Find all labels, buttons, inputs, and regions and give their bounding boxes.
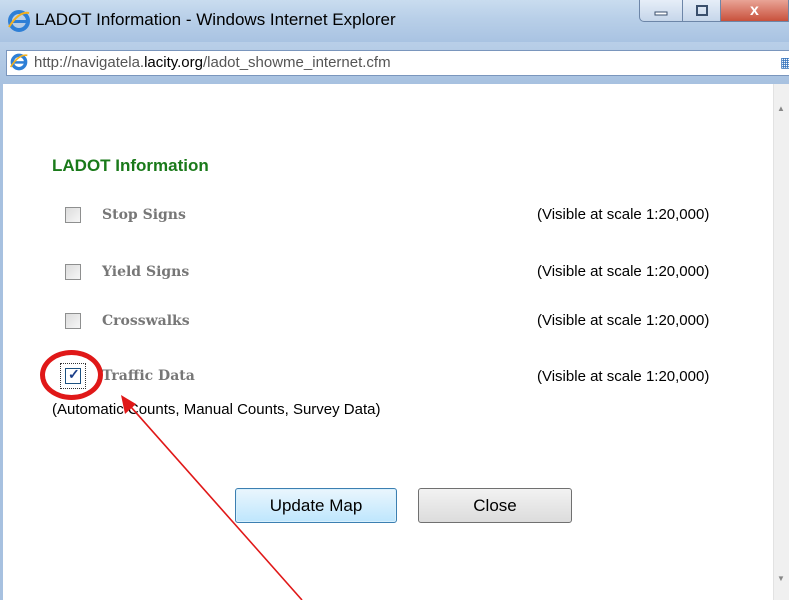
window-close-button[interactable]: x [721,0,789,22]
compatibility-icon[interactable]: ▦ [780,54,789,72]
traffic-data-label: Traffic Data [102,368,195,384]
crosswalks-scale: (Visible at scale 1:20,000) [537,312,710,329]
scroll-down-arrow-icon[interactable]: ▼ [777,574,785,583]
yield-signs-label: Yield Signs [102,264,190,280]
annotation-circle [40,350,103,400]
stop-signs-checkbox[interactable] [65,207,81,223]
ie-logo-icon [8,10,30,32]
yield-signs-checkbox[interactable] [65,264,81,280]
url-path: /ladot_showme_internet.cfm [203,54,391,71]
page-ie-icon [9,53,28,71]
minimize-button[interactable] [639,0,683,22]
title-bar: LADOT Information - Windows Internet Exp… [0,0,789,42]
url-text[interactable]: http://navigatela.lacity.org/ladot_showm… [34,54,391,71]
crosswalks-label: Crosswalks [102,313,190,329]
maximize-button[interactable] [683,0,721,22]
traffic-data-note: (Automatic Counts, Manual Counts, Survey… [52,401,381,418]
url-domain: lacity.org [144,54,203,71]
close-button[interactable]: Close [418,488,572,523]
vertical-scrollbar[interactable] [773,84,789,600]
minimize-icon [654,11,668,15]
crosswalks-checkbox[interactable] [65,313,81,329]
window-controls: x [639,0,789,22]
url-prefix: http://navigatela. [34,54,145,71]
maximize-icon [695,4,708,16]
stop-signs-label: Stop Signs [102,207,186,223]
yield-signs-scale: (Visible at scale 1:20,000) [537,263,710,280]
stop-signs-scale: (Visible at scale 1:20,000) [537,206,710,223]
close-icon: x [750,1,759,19]
window-frame-left [0,84,3,600]
update-map-button[interactable]: Update Map [235,488,397,523]
window-title: LADOT Information - Windows Internet Exp… [35,10,396,29]
scroll-up-arrow-icon[interactable]: ▲ [777,104,785,113]
panel-heading: LADOT Information [52,156,209,175]
traffic-data-scale: (Visible at scale 1:20,000) [537,368,710,385]
